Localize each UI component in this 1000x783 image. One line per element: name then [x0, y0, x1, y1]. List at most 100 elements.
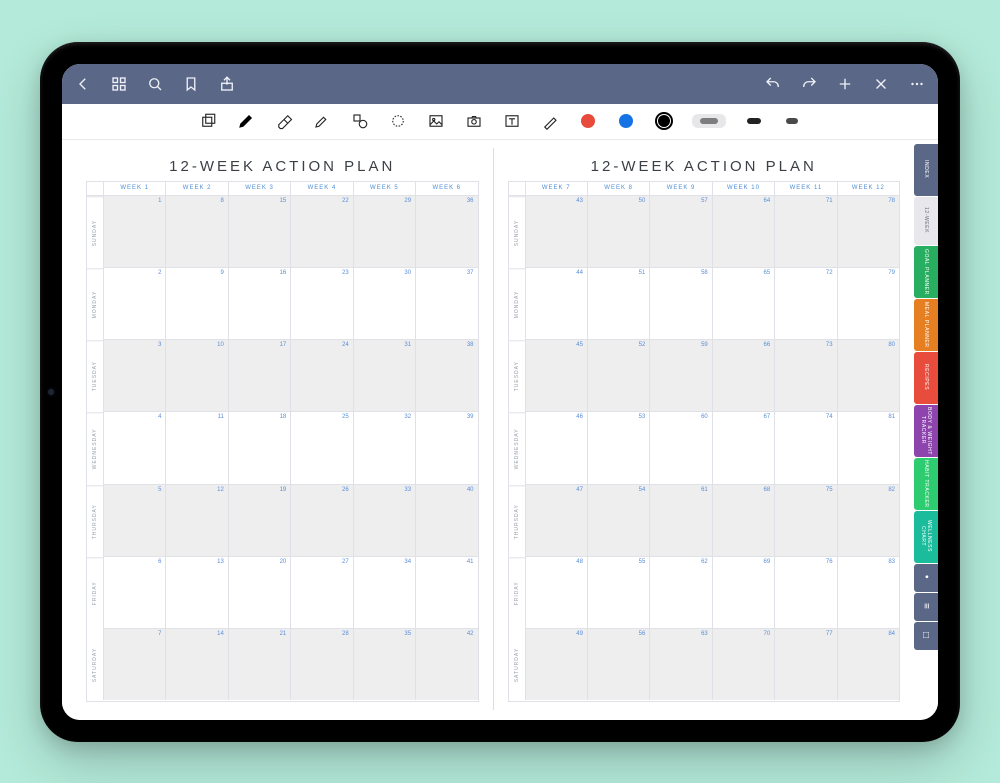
- planner-cell[interactable]: 84: [837, 629, 899, 700]
- color-blue[interactable]: [616, 111, 636, 131]
- planner-cell[interactable]: 79: [837, 268, 899, 339]
- tab-wellness-chart[interactable]: WELLNESS CHART: [914, 511, 938, 563]
- planner-cell[interactable]: 68: [712, 485, 774, 556]
- planner-cell[interactable]: 49: [525, 629, 587, 700]
- planner-cell[interactable]: 65: [712, 268, 774, 339]
- planner-cell[interactable]: 59: [649, 340, 711, 411]
- eraser-tool-icon[interactable]: [274, 111, 294, 131]
- stroke-swatch-c[interactable]: [782, 111, 802, 131]
- planner-cell[interactable]: 16: [228, 268, 290, 339]
- tab-index[interactable]: INDEX: [914, 144, 938, 196]
- tab-12-week[interactable]: 12-WEEK: [914, 197, 938, 245]
- search-icon[interactable]: [146, 75, 164, 93]
- ruler-tool-icon[interactable]: [540, 111, 560, 131]
- planner-cell[interactable]: 24: [290, 340, 352, 411]
- planner-cell[interactable]: 9: [165, 268, 227, 339]
- planner-cell[interactable]: 80: [837, 340, 899, 411]
- planner-cell[interactable]: 75: [774, 485, 836, 556]
- planner-cell[interactable]: 64: [712, 196, 774, 267]
- text-tool-icon[interactable]: [502, 111, 522, 131]
- planner-cell[interactable]: 35: [353, 629, 415, 700]
- planner-cell[interactable]: 30: [353, 268, 415, 339]
- planner-cell[interactable]: 56: [587, 629, 649, 700]
- planner-cell[interactable]: 40: [415, 485, 477, 556]
- notebook-spread[interactable]: 12-WEEK ACTION PLAN SUNDAY MONDAY TUESDA…: [62, 140, 914, 720]
- planner-cell[interactable]: 29: [353, 196, 415, 267]
- planner-cell[interactable]: 81: [837, 412, 899, 483]
- planner-cell[interactable]: 39: [415, 412, 477, 483]
- planner-cell[interactable]: 50: [587, 196, 649, 267]
- planner-cell[interactable]: 7: [103, 629, 165, 700]
- tab-extra-lines[interactable]: ≡: [914, 593, 938, 621]
- planner-cell[interactable]: 63: [649, 629, 711, 700]
- tab-goal-planner[interactable]: GOAL PLANNER: [914, 246, 938, 298]
- planner-cell[interactable]: 36: [415, 196, 477, 267]
- back-icon[interactable]: [74, 75, 92, 93]
- planner-cell[interactable]: 44: [525, 268, 587, 339]
- planner-cell[interactable]: 20: [228, 557, 290, 628]
- planner-cell[interactable]: 23: [290, 268, 352, 339]
- planner-cell[interactable]: 31: [353, 340, 415, 411]
- close-icon[interactable]: [872, 75, 890, 93]
- planner-cell[interactable]: 34: [353, 557, 415, 628]
- planner-cell[interactable]: 13: [165, 557, 227, 628]
- tab-extra-square[interactable]: □: [914, 622, 938, 650]
- planner-cell[interactable]: 37: [415, 268, 477, 339]
- planner-cell[interactable]: 55: [587, 557, 649, 628]
- tab-body-weight[interactable]: BODY & WEIGHT TRACKER: [914, 405, 938, 457]
- planner-cell[interactable]: 47: [525, 485, 587, 556]
- planner-cell[interactable]: 70: [712, 629, 774, 700]
- planner-cell[interactable]: 53: [587, 412, 649, 483]
- planner-cell[interactable]: 33: [353, 485, 415, 556]
- image-tool-icon[interactable]: [426, 111, 446, 131]
- planner-cell[interactable]: 51: [587, 268, 649, 339]
- planner-cell[interactable]: 18: [228, 412, 290, 483]
- planner-cell[interactable]: 58: [649, 268, 711, 339]
- planner-cell[interactable]: 1: [103, 196, 165, 267]
- planner-cell[interactable]: 78: [837, 196, 899, 267]
- planner-cell[interactable]: 72: [774, 268, 836, 339]
- undo-icon[interactable]: [764, 75, 782, 93]
- more-icon[interactable]: [908, 75, 926, 93]
- planner-cell[interactable]: 54: [587, 485, 649, 556]
- planner-cell[interactable]: 76: [774, 557, 836, 628]
- planner-cell[interactable]: 66: [712, 340, 774, 411]
- planner-cell[interactable]: 82: [837, 485, 899, 556]
- planner-cell[interactable]: 77: [774, 629, 836, 700]
- planner-cell[interactable]: 8: [165, 196, 227, 267]
- planner-cell[interactable]: 57: [649, 196, 711, 267]
- planner-cell[interactable]: 52: [587, 340, 649, 411]
- planner-cell[interactable]: 41: [415, 557, 477, 628]
- planner-cell[interactable]: 61: [649, 485, 711, 556]
- highlighter-tool-icon[interactable]: [312, 111, 332, 131]
- color-black[interactable]: [654, 111, 674, 131]
- planner-cell[interactable]: 15: [228, 196, 290, 267]
- planner-cell[interactable]: 32: [353, 412, 415, 483]
- planner-cell[interactable]: 3: [103, 340, 165, 411]
- planner-cell[interactable]: 43: [525, 196, 587, 267]
- stroke-swatch-b[interactable]: [744, 111, 764, 131]
- planner-cell[interactable]: 6: [103, 557, 165, 628]
- tab-extra-dot[interactable]: •: [914, 564, 938, 592]
- planner-cell[interactable]: 19: [228, 485, 290, 556]
- pen-tool-icon[interactable]: [236, 111, 256, 131]
- planner-cell[interactable]: 74: [774, 412, 836, 483]
- planner-cell[interactable]: 11: [165, 412, 227, 483]
- lasso-tool-icon[interactable]: [388, 111, 408, 131]
- tab-habit-tracker[interactable]: HABIT TRACKER: [914, 458, 938, 510]
- planner-cell[interactable]: 2: [103, 268, 165, 339]
- planner-cell[interactable]: 42: [415, 629, 477, 700]
- planner-cell[interactable]: 67: [712, 412, 774, 483]
- planner-cell[interactable]: 69: [712, 557, 774, 628]
- zoom-tool-icon[interactable]: [198, 111, 218, 131]
- planner-cell[interactable]: 45: [525, 340, 587, 411]
- planner-cell[interactable]: 28: [290, 629, 352, 700]
- planner-cell[interactable]: 60: [649, 412, 711, 483]
- shapes-tool-icon[interactable]: [350, 111, 370, 131]
- stroke-swatch-a[interactable]: [692, 114, 726, 128]
- tab-meal-planner[interactable]: MEAL PLANNER: [914, 299, 938, 351]
- planner-cell[interactable]: 21: [228, 629, 290, 700]
- planner-cell[interactable]: 17: [228, 340, 290, 411]
- planner-cell[interactable]: 5: [103, 485, 165, 556]
- planner-cell[interactable]: 4: [103, 412, 165, 483]
